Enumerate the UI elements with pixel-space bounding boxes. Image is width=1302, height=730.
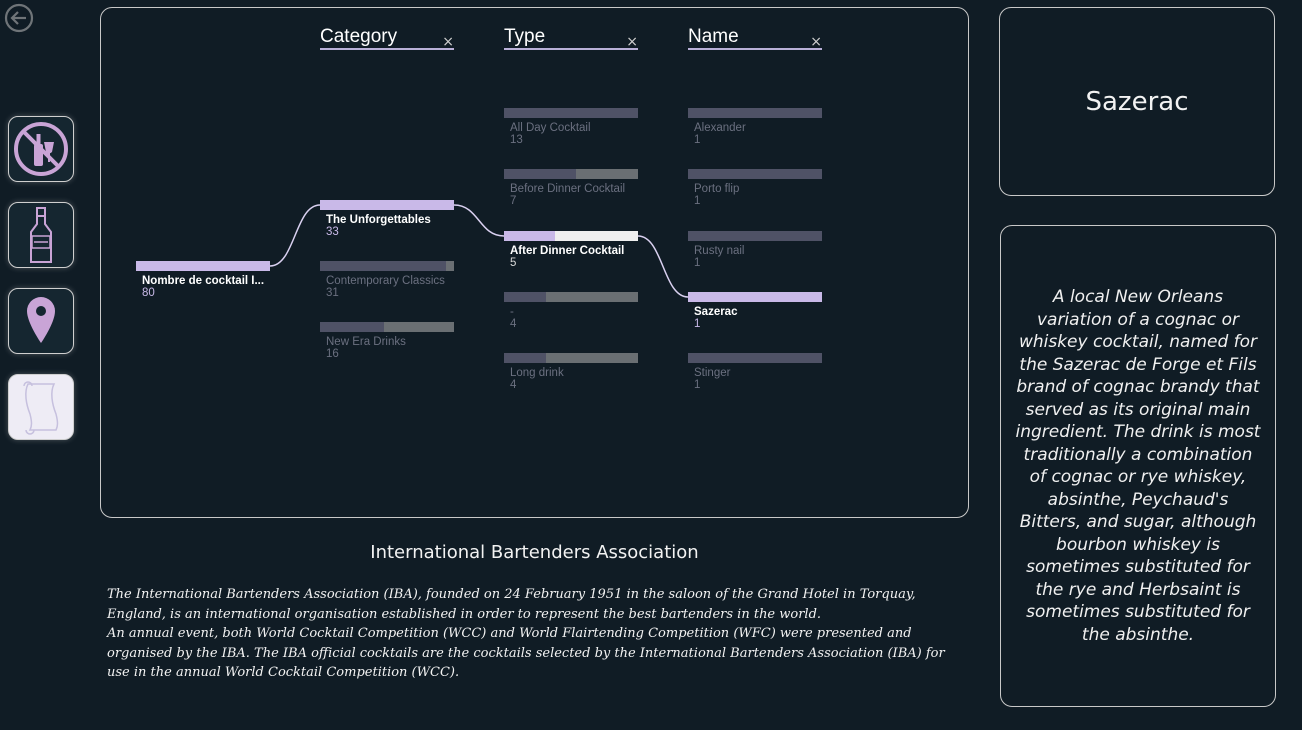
column-header-type: Type ×: [504, 26, 638, 50]
node-count: 80: [142, 287, 155, 299]
node-bar: [320, 200, 454, 210]
iba-title: International Bartenders Association: [370, 542, 699, 563]
tree-node-category[interactable]: Contemporary Classics 31: [320, 261, 454, 299]
node-count: 13: [510, 134, 523, 146]
column-header-category: Category ×: [320, 26, 454, 50]
node-count: 4: [510, 379, 517, 391]
node-bar: [504, 231, 638, 241]
node-count: 33: [326, 226, 339, 238]
node-label: Rusty nail: [694, 245, 745, 257]
tree-node-type[interactable]: After Dinner Cocktail 5: [504, 231, 638, 269]
tree-node-type[interactable]: - 4: [504, 292, 638, 330]
node-label: Nombre de cocktail I...: [142, 275, 265, 287]
tree-node-name[interactable]: Stinger 1: [688, 353, 822, 391]
node-label: Before Dinner Cocktail: [510, 183, 626, 195]
node-count: 5: [510, 257, 517, 269]
node-count: 1: [694, 379, 701, 391]
tree-node-name[interactable]: Rusty nail 1: [688, 231, 822, 269]
node-label: All Day Cocktail: [510, 122, 591, 134]
node-bar: [504, 353, 638, 363]
cocktail-description: A local New Orleans variation of a cogna…: [1015, 287, 1261, 645]
node-bar: [504, 292, 638, 302]
node-label: After Dinner Cocktail: [510, 245, 625, 257]
node-bar: [136, 261, 270, 271]
node-bar: [688, 108, 822, 118]
node-count: 1: [694, 318, 701, 330]
column-header-label: Type: [504, 26, 546, 47]
iba-paragraph: An annual event, both World Cocktail Com…: [107, 626, 945, 680]
close-icon[interactable]: ×: [626, 34, 638, 50]
tree-node-type[interactable]: Long drink 4: [504, 353, 638, 391]
node-bar-fill: [384, 322, 454, 332]
node-label: Contemporary Classics: [326, 275, 445, 287]
tree-node-name[interactable]: Sazerac 1: [688, 292, 822, 330]
close-icon[interactable]: ×: [442, 34, 454, 50]
iba-paragraph: The International Bartenders Association…: [107, 587, 916, 622]
cocktail-description-card: A local New Orleans variation of a cogna…: [1000, 225, 1276, 707]
node-label: Stinger: [694, 367, 731, 379]
connector-root-category: [269, 204, 321, 267]
node-bar: [504, 169, 638, 179]
node-count: 1: [694, 257, 701, 269]
tree-node-name[interactable]: Porto flip 1: [688, 169, 822, 207]
node-label: -: [510, 306, 514, 318]
node-bar: [688, 169, 822, 179]
tree-node-category[interactable]: New Era Drinks 16: [320, 322, 454, 360]
node-bar: [320, 322, 454, 332]
node-label: Alexander: [694, 122, 746, 134]
column-header-name: Name ×: [688, 26, 822, 50]
column-header-label: Name: [688, 26, 739, 47]
node-count: 1: [694, 134, 701, 146]
node-label: The Unforgettables: [326, 214, 431, 226]
node-count: 1: [694, 195, 701, 207]
node-label: New Era Drinks: [326, 336, 406, 348]
node-bar-fill: [445, 261, 454, 271]
connector-category-type: [453, 204, 505, 237]
node-bar-fill: [545, 292, 638, 302]
tree-node-category[interactable]: The Unforgettables 33: [320, 200, 454, 238]
node-bar: [320, 261, 454, 271]
node-count: 31: [326, 287, 339, 299]
node-count: 16: [326, 348, 339, 360]
tree-node-name[interactable]: Alexander 1: [688, 108, 822, 146]
node-bar: [688, 231, 822, 241]
cocktail-title: Sazerac: [1085, 86, 1189, 117]
cocktail-title-card: Sazerac: [999, 7, 1275, 196]
node-label: Sazerac: [694, 306, 738, 318]
iba-description: The International Bartenders Association…: [107, 585, 967, 683]
node-count: 4: [510, 318, 517, 330]
column-header-label: Category: [320, 26, 398, 47]
node-label: Porto flip: [694, 183, 740, 195]
close-icon[interactable]: ×: [810, 34, 822, 50]
node-bar-fill: [576, 169, 638, 179]
node-count: 7: [510, 195, 517, 207]
node-label: Long drink: [510, 367, 564, 379]
node-bar-highlight: [504, 231, 555, 241]
connector-type-name: [637, 235, 689, 298]
tree-node-type[interactable]: Before Dinner Cocktail 7: [504, 169, 638, 207]
node-bar: [688, 292, 822, 302]
tree-node-root[interactable]: Nombre de cocktail I... 80: [136, 261, 270, 299]
node-bar-fill: [545, 353, 638, 363]
tree-node-type[interactable]: All Day Cocktail 13: [504, 108, 638, 146]
node-bar: [504, 108, 638, 118]
node-bar: [688, 353, 822, 363]
